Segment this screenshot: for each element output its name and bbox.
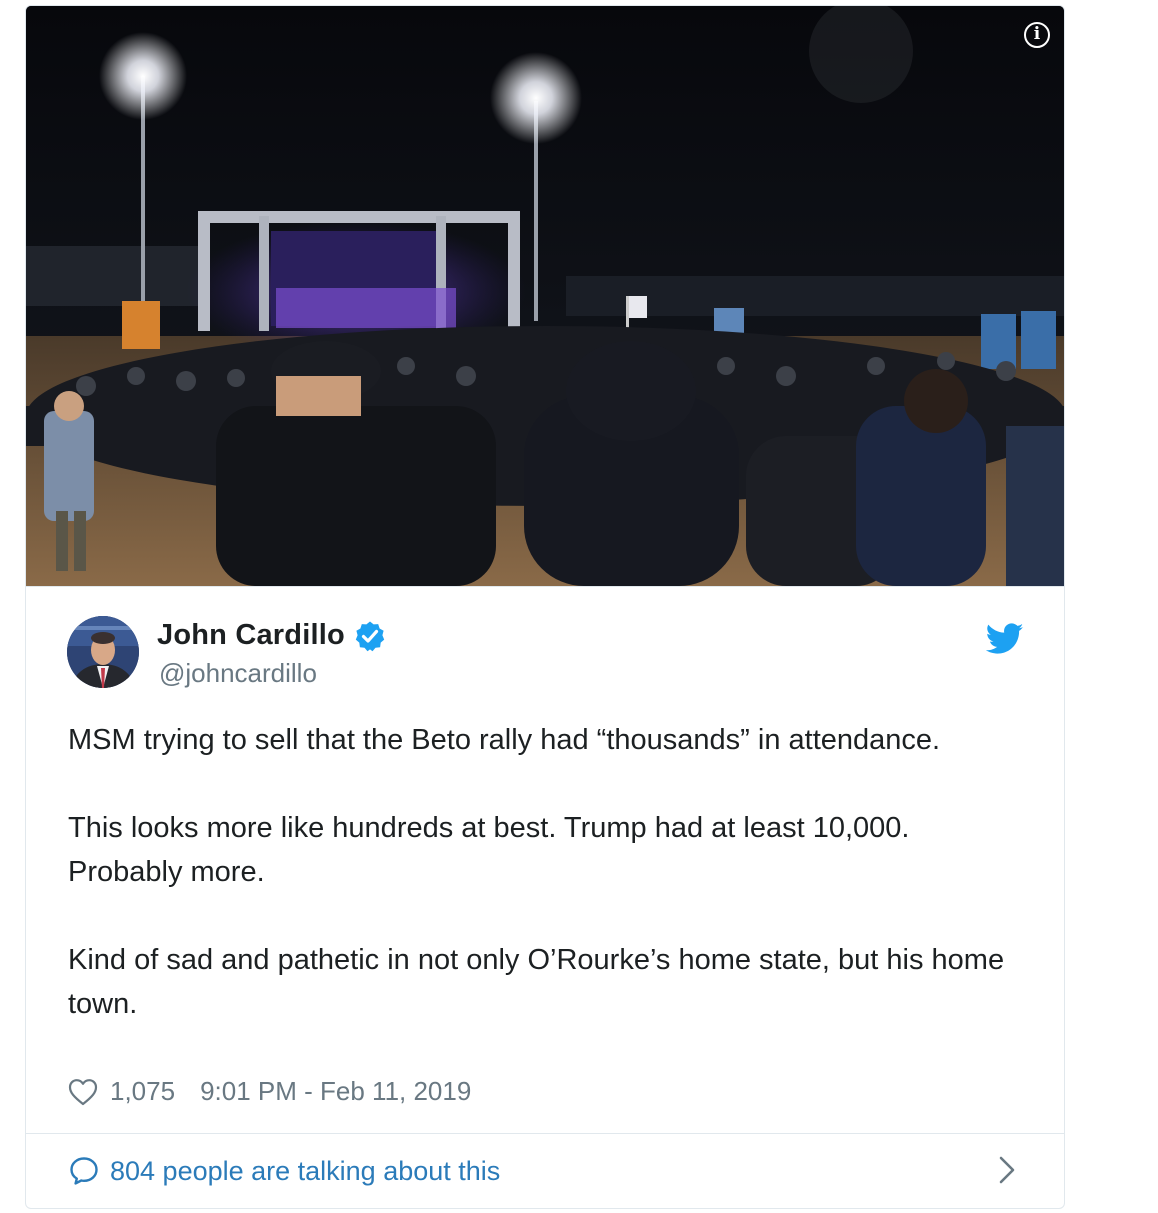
tweet-timestamp[interactable]: 9:01 PM - Feb 11, 2019 (200, 1076, 471, 1107)
author-name-row: John Cardillo (157, 619, 386, 652)
author-handle[interactable]: @johncardillo (159, 658, 317, 689)
info-icon[interactable]: i (1024, 22, 1050, 48)
tweet-paragraph: This looks more like hundreds at best. T… (68, 812, 910, 888)
conversation-link-text[interactable]: 804 people are talking about this (110, 1156, 500, 1187)
tweet-photo[interactable]: i (26, 6, 1064, 586)
heart-icon[interactable] (68, 1078, 98, 1106)
speech-bubble-icon (70, 1157, 98, 1185)
tweet-paragraph: Kind of sad and pathetic in not only O’R… (68, 944, 1005, 1020)
embedded-tweet-card: i John Cardillo @johncardillo MSM trying… (25, 5, 1065, 1209)
author-name[interactable]: John Cardillo (157, 619, 345, 652)
twitter-bird-icon[interactable] (986, 623, 1024, 655)
tweet-paragraph: MSM trying to sell that the Beto rally h… (68, 724, 941, 756)
conversation-link[interactable]: 804 people are talking about this (26, 1134, 1064, 1208)
avatar[interactable] (67, 616, 139, 688)
verified-badge-icon (355, 621, 385, 651)
avatar-portrait (67, 616, 139, 688)
tweet-text: MSM trying to sell that the Beto rally h… (68, 718, 1028, 1026)
like-count[interactable]: 1,075 (110, 1076, 175, 1107)
chevron-right-icon[interactable] (998, 1154, 1016, 1186)
tweet-author-header: John Cardillo @johncardillo (26, 586, 1064, 689)
tweet-meta-row: 1,075 9:01 PM - Feb 11, 2019 (68, 1076, 471, 1107)
rally-night-photo (26, 6, 1064, 586)
